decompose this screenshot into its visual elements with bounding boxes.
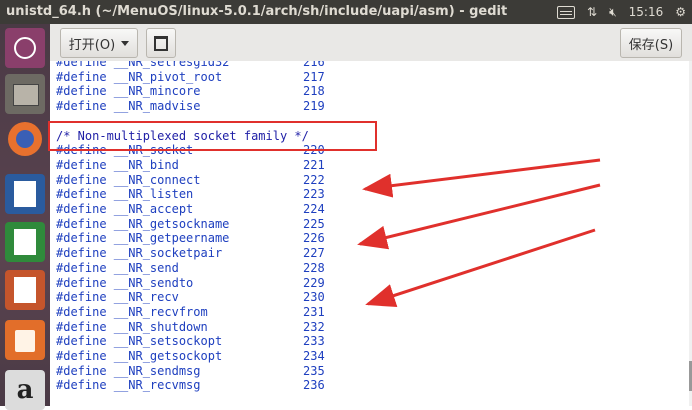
annotation-arrows (357, 158, 601, 308)
arrow-3 (365, 228, 596, 308)
arrow-2 (357, 183, 601, 250)
arrow-1 (362, 158, 601, 198)
